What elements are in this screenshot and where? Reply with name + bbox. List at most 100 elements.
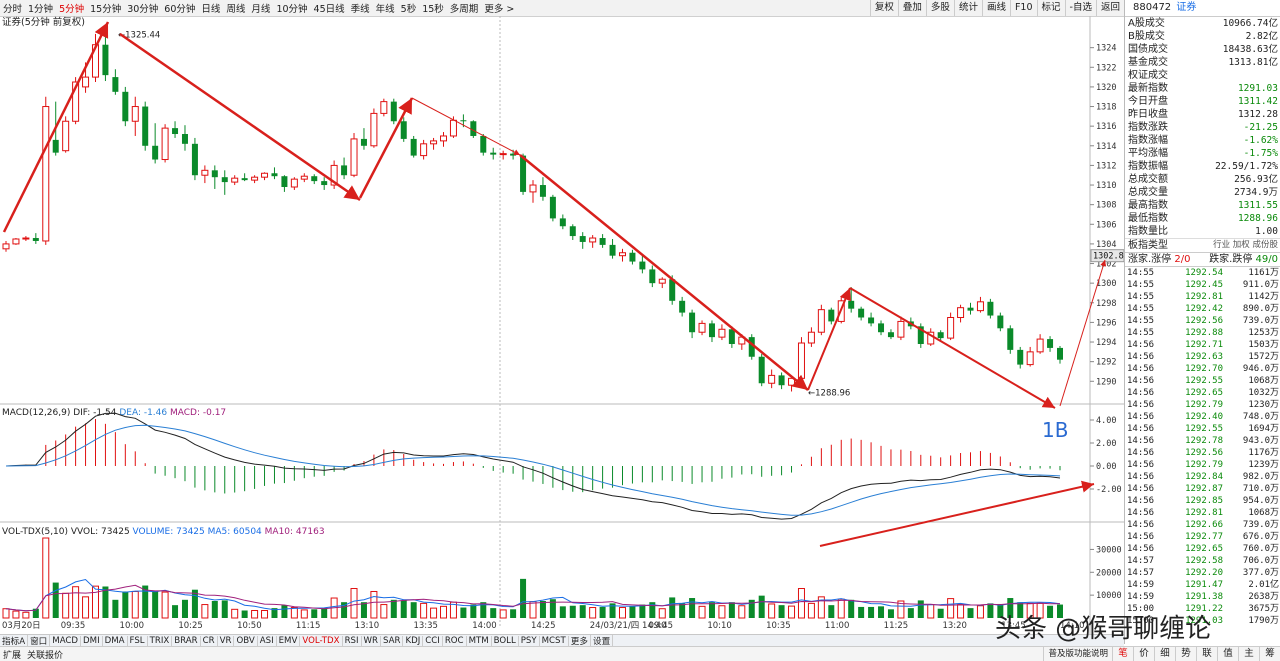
tick-volume: 1253万 — [1248, 328, 1279, 338]
tick-volume: 946.0万 — [1242, 364, 1279, 374]
indicator-tab[interactable]: DMA — [103, 636, 128, 646]
volume-bar — [868, 606, 875, 618]
indicator-tab[interactable]: ROC — [443, 636, 467, 646]
period-tab[interactable]: 5分钟 — [56, 1, 87, 15]
period-tab[interactable]: 30分钟 — [124, 1, 161, 15]
indicator-tab[interactable]: CCI — [423, 636, 443, 646]
indicator-tab[interactable]: MACD — [50, 636, 82, 646]
period-tab[interactable]: 60分钟 — [161, 1, 198, 15]
volume-bar — [917, 600, 924, 618]
tick-volume: 760.0万 — [1242, 544, 1279, 554]
indicator-tab[interactable]: TRIX — [148, 636, 173, 646]
volume-bar — [390, 599, 397, 618]
status-button[interactable]: 价 — [1133, 647, 1154, 661]
indicator-tab[interactable]: VR — [218, 636, 235, 646]
period-tab[interactable]: 15秒 — [419, 1, 447, 15]
period-tab[interactable]: 月线 — [248, 1, 273, 15]
stat-row: 今日开盘 1311.42 — [1125, 95, 1280, 108]
indicator-tab[interactable]: BRAR — [172, 636, 201, 646]
status-button[interactable]: 筹 — [1259, 647, 1280, 661]
toolbar-button[interactable]: 叠加 — [897, 0, 926, 16]
toolbar-button[interactable]: -自选 — [1064, 0, 1096, 16]
period-tab[interactable]: 分时 — [0, 1, 25, 15]
indicator-tab[interactable]: CR — [201, 636, 218, 646]
toolbar-button[interactable]: 统计 — [953, 0, 982, 16]
vol-title: VOL-TDX(5,10) VVOL: 73425 VOLUME: 73425 … — [2, 527, 325, 537]
toolbar-button[interactable]: F10 — [1009, 0, 1037, 16]
candle — [807, 327, 815, 347]
period-tab[interactable]: 多周期 — [447, 1, 482, 15]
index-type-options[interactable]: 行业 加权 成份股 — [1213, 239, 1278, 252]
help-link[interactable]: 普及版功能说明 — [1043, 647, 1112, 661]
period-tab[interactable]: 1分钟 — [25, 1, 56, 15]
candle — [828, 307, 835, 325]
candle — [290, 177, 298, 190]
indicator-tab[interactable]: ASI — [258, 636, 277, 646]
indicator-tab[interactable]: KDJ — [403, 636, 424, 646]
indicator-tab[interactable]: DMI — [81, 636, 103, 646]
volume-bar — [311, 609, 318, 618]
candle — [618, 248, 626, 262]
period-tab[interactable]: 15分钟 — [87, 1, 124, 15]
stat-label: 今日开盘 — [1128, 96, 1168, 107]
index-type-row: 板指类型 行业 加权 成份股 — [1125, 238, 1280, 252]
toolbar-button[interactable]: 多股 — [925, 0, 954, 16]
trend-arrow — [519, 154, 809, 391]
tick-time: 14:55 — [1127, 292, 1155, 302]
indicator-tab[interactable]: WR — [362, 636, 381, 646]
indicator-tab[interactable]: RSI — [343, 636, 362, 646]
indicator-tab[interactable]: MCST — [540, 636, 569, 646]
tick-time: 14:56 — [1127, 352, 1155, 362]
indicator-tab[interactable]: VOL-TDX — [300, 636, 343, 646]
toolbar-button[interactable]: 复权 — [869, 0, 898, 16]
candle — [957, 304, 965, 323]
tick-time: 14:56 — [1127, 412, 1155, 422]
tick-volume: 2638万 — [1248, 592, 1279, 602]
status-button[interactable]: 细 — [1154, 647, 1175, 661]
tick-volume: 890.0万 — [1242, 304, 1279, 314]
related-quote-button[interactable]: 关联报价 — [24, 648, 66, 661]
toolbar-button[interactable]: 标记 — [1036, 0, 1065, 16]
tick-time: 14:55 — [1127, 268, 1155, 278]
indicator-tab[interactable]: EMV — [277, 636, 301, 646]
indicator-tab[interactable]: OBV — [234, 636, 258, 646]
expand-button[interactable]: 扩展 — [0, 648, 24, 661]
tick-volume: 911.0万 — [1242, 280, 1279, 290]
stat-label: 指数涨幅 — [1128, 135, 1168, 146]
index-name[interactable]: 证券 — [1176, 2, 1196, 13]
period-tab[interactable]: 季线 — [348, 1, 373, 15]
period-tab[interactable]: 5秒 — [398, 1, 420, 15]
tick-time: 14:56 — [1127, 340, 1155, 350]
volume-bar — [122, 591, 129, 618]
period-tab[interactable]: 日线 — [198, 1, 223, 15]
stat-label: 总成交量 — [1128, 187, 1168, 198]
toolbar-button[interactable]: 画线 — [981, 0, 1010, 16]
tick-list[interactable]: 14:55 1292.54 1161万 14:55 1292.45 911.0万 14:55… — [1125, 267, 1280, 627]
volume-bar — [858, 606, 865, 618]
volume-bar — [907, 608, 914, 618]
candle — [221, 170, 228, 195]
period-tab[interactable]: 45日线 — [311, 1, 348, 15]
status-button[interactable]: 势 — [1175, 647, 1196, 661]
status-button[interactable]: 笔 — [1112, 647, 1133, 661]
tick-time: 14:56 — [1127, 544, 1155, 554]
candle — [1026, 346, 1034, 367]
status-button[interactable]: 联 — [1196, 647, 1217, 661]
volume-bar — [728, 602, 735, 618]
status-button[interactable]: 值 — [1217, 647, 1238, 661]
candle — [1007, 325, 1014, 354]
period-tab[interactable]: 周线 — [223, 1, 248, 15]
tick-price: 1292.63 — [1185, 352, 1223, 362]
period-tab[interactable]: 10分钟 — [273, 1, 310, 15]
indicator-tab[interactable]: PSY — [519, 636, 540, 646]
period-tab[interactable]: 更多 > — [481, 1, 517, 15]
indicator-tab[interactable]: SAR — [381, 636, 404, 646]
indicator-tab[interactable]: BOLL — [492, 636, 519, 646]
indicator-tab[interactable]: FSL — [128, 636, 148, 646]
time-axis-label: 10:10 — [707, 621, 732, 631]
toolbar-button[interactable]: 返回 — [1095, 0, 1124, 16]
kline-chart[interactable]: 1290129212941296129813001302130413061308… — [0, 16, 1125, 634]
period-tab[interactable]: 年线 — [373, 1, 398, 15]
status-button[interactable]: 主 — [1238, 647, 1259, 661]
indicator-tab[interactable]: MTM — [467, 636, 492, 646]
